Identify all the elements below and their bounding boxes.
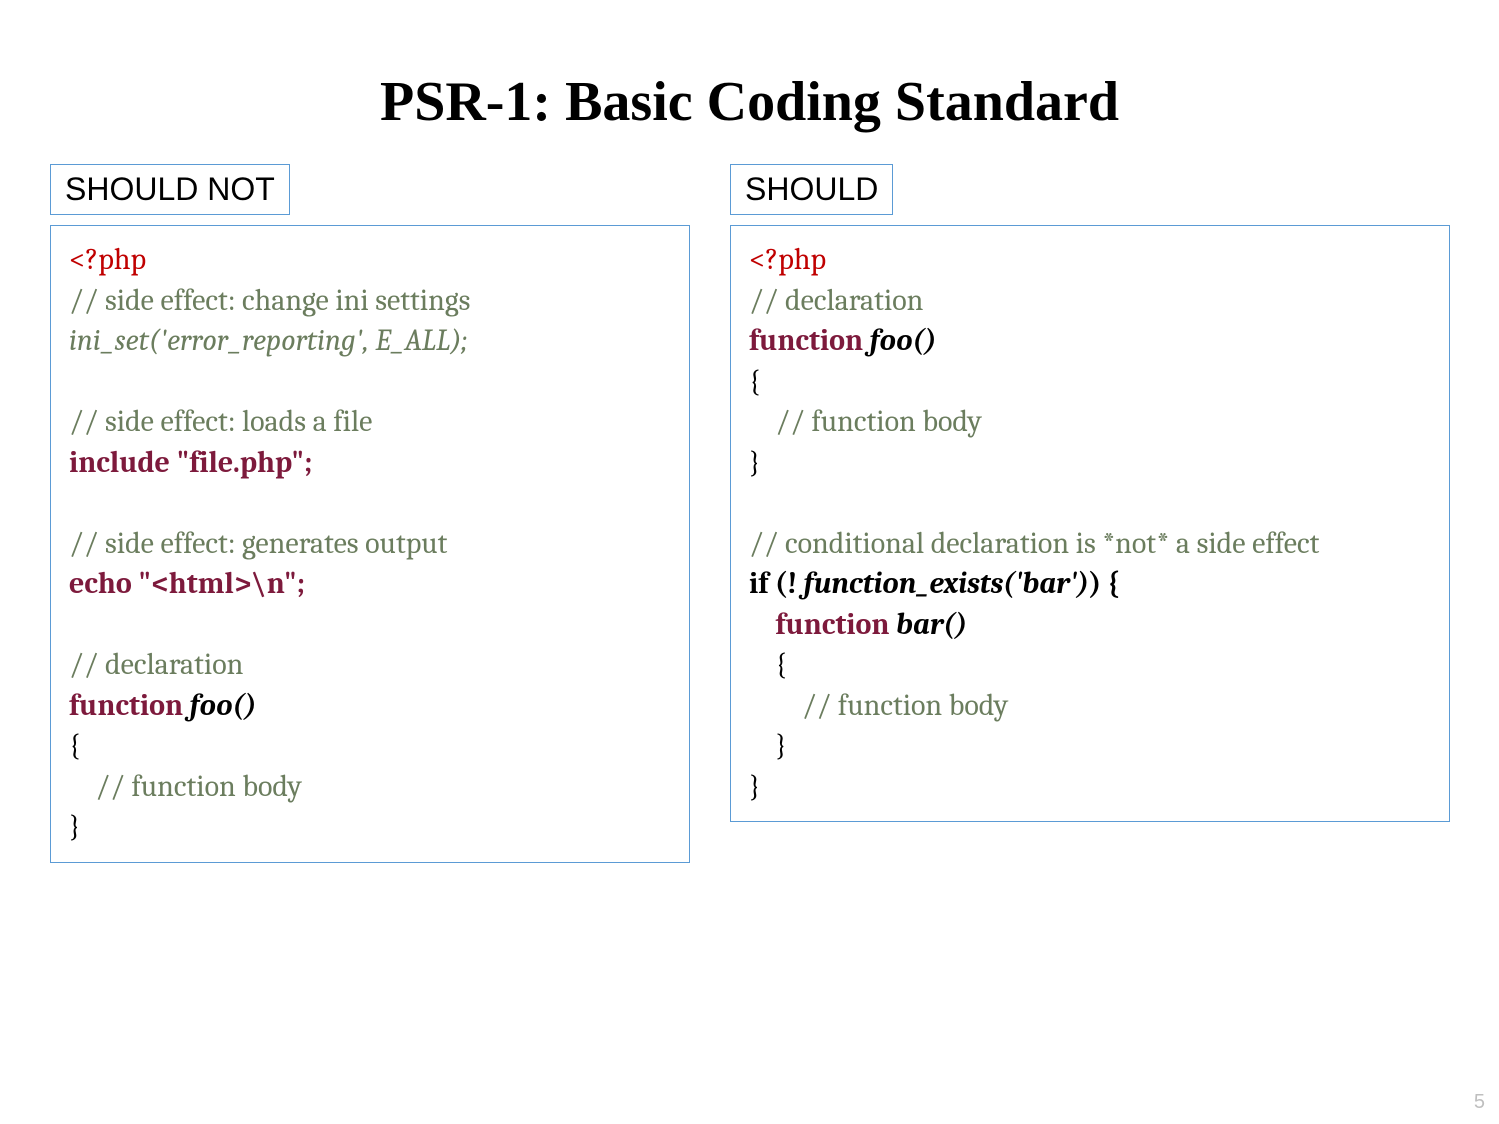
- left-column: SHOULD NOT <?php // side effect: change …: [50, 164, 690, 863]
- code-brace: {: [749, 364, 761, 399]
- php-open-tag: <?php: [749, 242, 826, 277]
- php-open-tag: <?php: [69, 242, 146, 277]
- page-number: 5: [1474, 1091, 1485, 1114]
- right-column: SHOULD <?php // declaration function foo…: [730, 164, 1450, 863]
- code-keyword: function: [69, 688, 190, 723]
- slide-title: PSR-1: Basic Coding Standard: [50, 70, 1449, 134]
- code-ident: foo(): [190, 688, 257, 723]
- code-keyword: include: [69, 445, 177, 480]
- code-line: ini_set('error_reporting', E_ALL);: [69, 323, 468, 358]
- comment-line: // side effect: loads a file: [69, 404, 372, 439]
- comment-line: // function body: [749, 404, 982, 439]
- code-keyword: function: [749, 607, 896, 642]
- comment-line: // side effect: generates output: [69, 526, 447, 561]
- code-keyword: if (!: [749, 566, 804, 601]
- code-brace: ) {: [1089, 566, 1120, 601]
- comment-line: // function body: [69, 769, 302, 804]
- code-brace: {: [749, 647, 787, 682]
- comment-line: // function body: [749, 688, 1008, 723]
- code-brace: }: [69, 809, 81, 844]
- slide: PSR-1: Basic Coding Standard SHOULD NOT …: [0, 0, 1499, 1124]
- code-brace: }: [749, 769, 761, 804]
- code-brace: }: [749, 445, 761, 480]
- comment-line: // conditional declaration is *not* a si…: [749, 526, 1319, 561]
- code-ident: bar(): [896, 607, 967, 642]
- should-not-code: <?php // side effect: change ini setting…: [50, 225, 690, 863]
- comment-line: // side effect: change ini settings: [69, 283, 470, 318]
- code-keyword: function: [749, 323, 870, 358]
- should-not-label: SHOULD NOT: [50, 164, 290, 215]
- code-keyword: echo: [69, 566, 138, 601]
- code-brace: {: [69, 728, 81, 763]
- comment-line: // declaration: [69, 647, 243, 682]
- should-label: SHOULD: [730, 164, 893, 215]
- code-call: function_exists('bar'): [804, 566, 1089, 601]
- code-brace: }: [749, 728, 787, 763]
- code-string: "file.php";: [177, 445, 313, 480]
- code-ident: foo(): [870, 323, 937, 358]
- code-string: "<html>\n";: [138, 566, 305, 601]
- should-code: <?php // declaration function foo() { //…: [730, 225, 1450, 822]
- comment-line: // declaration: [749, 283, 923, 318]
- columns: SHOULD NOT <?php // side effect: change …: [50, 164, 1449, 863]
